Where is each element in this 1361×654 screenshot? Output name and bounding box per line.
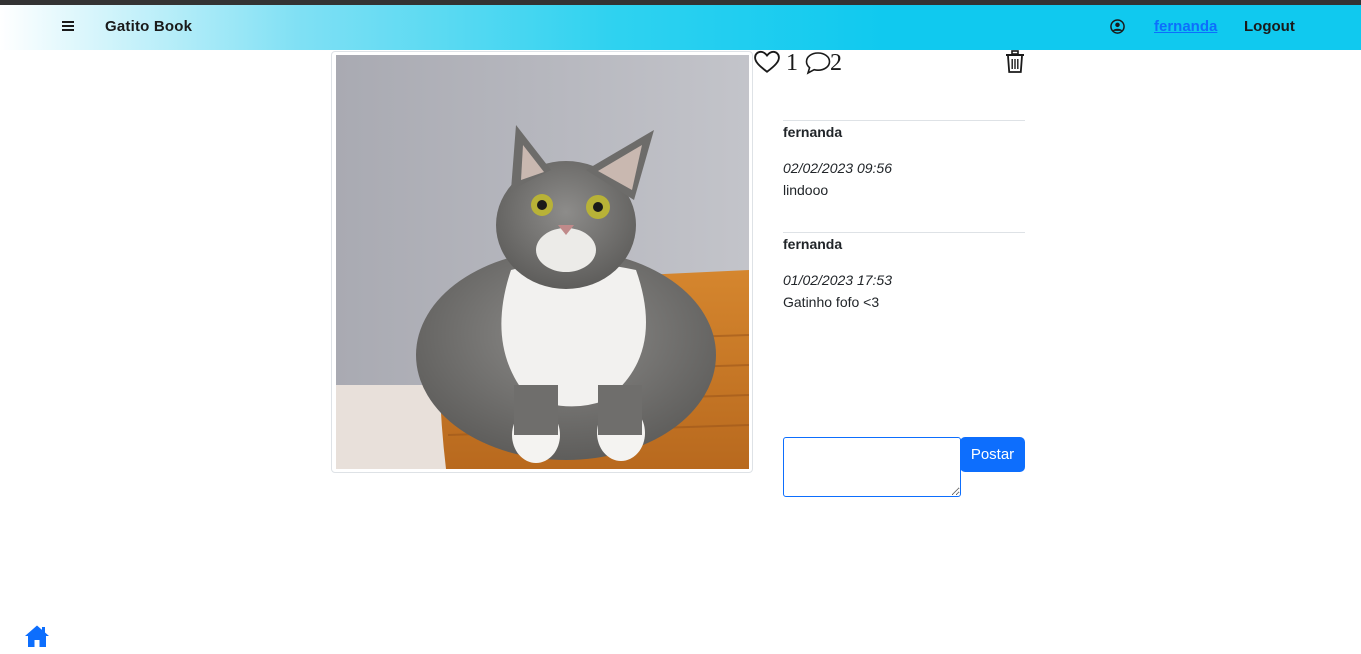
- heart-icon[interactable]: [754, 50, 780, 74]
- comment-author: fernanda: [783, 236, 843, 252]
- comment-author: fernanda: [783, 124, 843, 140]
- brand-link[interactable]: Gatito Book: [105, 18, 192, 35]
- hamburger-menu-icon[interactable]: [62, 19, 76, 35]
- comment-text: Gatinho fofo <3: [783, 294, 880, 310]
- comment-textarea[interactable]: [783, 437, 961, 497]
- comments-list: fernanda 02/02/2023 09:56 lindooo fernan…: [783, 120, 1025, 344]
- user-circle-icon: [1110, 19, 1125, 34]
- comment-text: lindooo: [783, 182, 829, 198]
- comments-count: 2: [830, 50, 842, 76]
- post-actions: 1 2: [754, 50, 1026, 78]
- cat-photo: [336, 55, 749, 469]
- username-link[interactable]: fernanda: [1154, 18, 1217, 35]
- comment-date: 02/02/2023 09:56: [783, 160, 892, 176]
- photo-card: [331, 51, 753, 473]
- trash-icon[interactable]: [1004, 50, 1026, 74]
- logout-link[interactable]: Logout: [1244, 18, 1295, 35]
- comment-item: fernanda 01/02/2023 17:53 Gatinho fofo <…: [783, 232, 1025, 341]
- likes-count: 1: [786, 50, 798, 76]
- comment-item: fernanda 02/02/2023 09:56 lindooo: [783, 120, 1025, 229]
- top-navbar: Gatito Book fernanda Logout: [0, 5, 1361, 50]
- post-comment-button[interactable]: Postar: [960, 437, 1025, 472]
- comment-bubble-icon[interactable]: [805, 51, 831, 75]
- comment-date: 01/02/2023 17:53: [783, 272, 892, 288]
- home-icon[interactable]: [24, 624, 50, 648]
